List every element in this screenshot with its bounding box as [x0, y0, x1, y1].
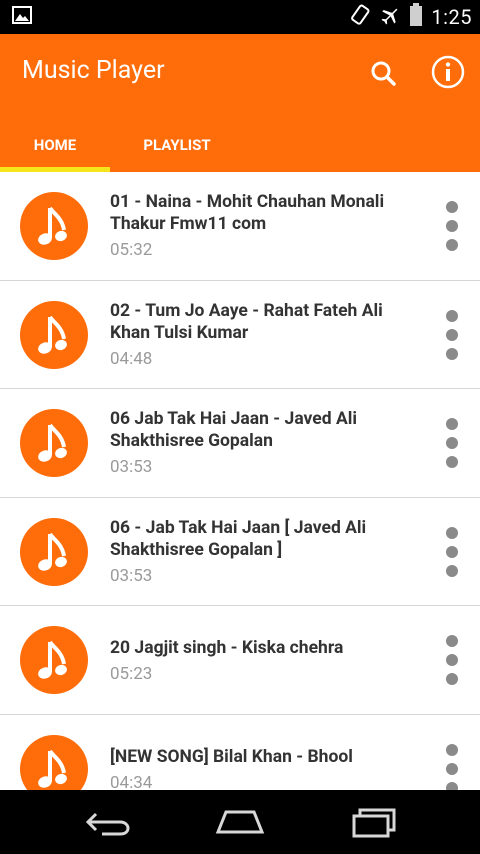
- song-duration: 04:48: [110, 348, 153, 369]
- battery-icon: [409, 3, 423, 31]
- image-notification-icon: [12, 6, 32, 28]
- more-options-button[interactable]: [440, 526, 464, 577]
- song-title: [NEW SONG] Bilal Khan - Bhool: [110, 746, 353, 767]
- info-button[interactable]: [430, 54, 466, 90]
- song-duration: 05:32: [110, 240, 153, 260]
- list-item[interactable]: [NEW SONG] Bilal Khan - Bhool 04:34: [0, 715, 480, 791]
- recents-icon: [352, 808, 396, 838]
- list-item[interactable]: 02 - Tum Jo Aaye - Rahat Fateh Ali Khan …: [0, 281, 480, 389]
- more-options-button[interactable]: [440, 743, 464, 790]
- music-note-icon: [20, 734, 88, 790]
- more-vert-icon: [446, 418, 458, 430]
- navigation-bar: [0, 790, 480, 854]
- search-button[interactable]: [366, 56, 402, 92]
- list-item[interactable]: 06 Jab Tak Hai Jaan - Javed Ali Shakthis…: [0, 389, 480, 498]
- music-note-icon: [20, 409, 88, 477]
- song-title: 06 - Jab Tak Hai Jaan [ Javed Ali Shakth…: [110, 517, 367, 560]
- song-list[interactable]: 01 - Naina - Mohit Chauhan Monali Thakur…: [0, 172, 480, 790]
- more-vert-icon: [446, 743, 458, 756]
- tab-home[interactable]: HOME: [0, 118, 110, 172]
- app-bar: Music Player HOME PLAYLIST: [0, 34, 480, 172]
- more-options-button[interactable]: [440, 309, 464, 360]
- search-icon: [371, 61, 396, 86]
- list-item[interactable]: 20 Jagjit singh - Kiska chehra 05:23: [0, 606, 480, 715]
- song-title: 01 - Naina - Mohit Chauhan Monali Thakur…: [110, 192, 385, 234]
- music-note-icon: [20, 626, 88, 694]
- recents-button[interactable]: [348, 804, 400, 840]
- more-options-button[interactable]: [440, 418, 464, 468]
- song-title: 20 Jagjit singh - Kiska chehra: [110, 638, 344, 658]
- tab-bar: HOME PLAYLIST: [0, 118, 480, 172]
- more-vert-icon: [446, 201, 458, 213]
- back-button[interactable]: [82, 804, 134, 840]
- song-title: 02 - Tum Jo Aaye - Rahat Fateh Ali Khan …: [110, 300, 383, 343]
- app-title: Music Player: [22, 56, 165, 85]
- song-title: 06 Jab Tak Hai Jaan - Javed Ali Shakthis…: [110, 409, 357, 451]
- rotation-icon: [349, 4, 371, 30]
- music-note-icon: [20, 517, 88, 586]
- airplane-mode-icon: [379, 4, 401, 30]
- more-vert-icon: [446, 635, 458, 647]
- song-duration: 05:23: [110, 664, 153, 684]
- more-vert-icon: [446, 526, 458, 539]
- song-duration: 03:53: [110, 457, 153, 477]
- status-right: 1:25: [349, 3, 472, 31]
- back-icon: [85, 812, 130, 836]
- more-vert-icon: [446, 309, 458, 322]
- screen: 1:25 Music Player HOME PLAYLIST 01 - Nai…: [0, 0, 480, 854]
- more-options-button[interactable]: [440, 635, 464, 685]
- more-options-button[interactable]: [440, 201, 464, 251]
- music-note-icon: [20, 300, 88, 369]
- song-duration: 04:34: [110, 772, 153, 791]
- status-bar: 1:25: [0, 0, 480, 34]
- status-left: [12, 6, 32, 28]
- home-button[interactable]: [214, 804, 266, 840]
- list-item[interactable]: 06 - Jab Tak Hai Jaan [ Javed Ali Shakth…: [0, 498, 480, 606]
- music-note-icon: [20, 192, 88, 260]
- info-icon: [431, 55, 465, 89]
- song-duration: 03:53: [110, 565, 153, 586]
- tab-playlist[interactable]: PLAYLIST: [110, 118, 244, 172]
- list-item[interactable]: 01 - Naina - Mohit Chauhan Monali Thakur…: [0, 172, 480, 281]
- home-icon: [215, 810, 265, 834]
- status-time: 1:25: [431, 5, 472, 29]
